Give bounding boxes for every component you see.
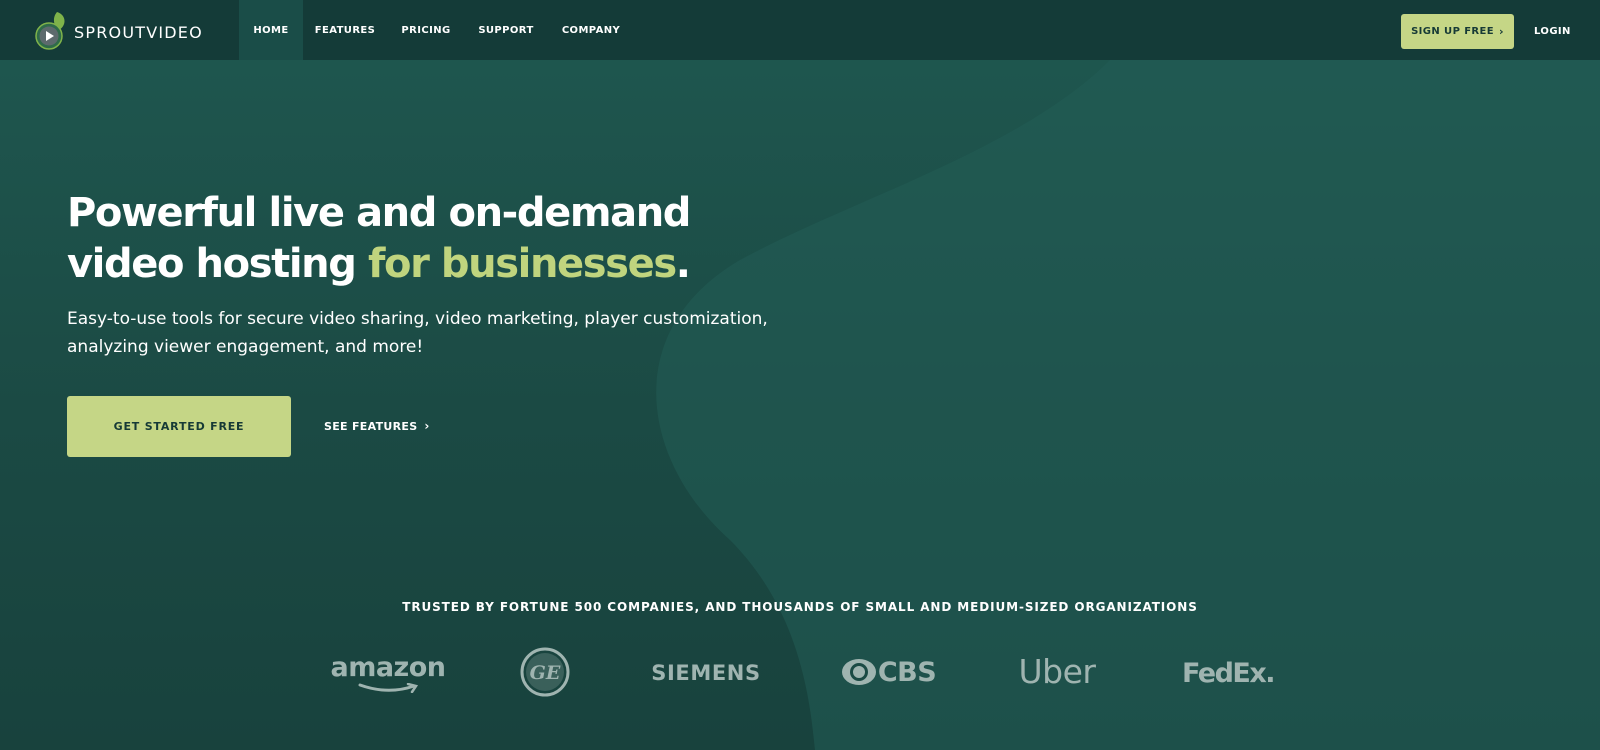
siemens-logo: SIEMENS: [651, 661, 761, 685]
see-features-link[interactable]: SEE FEATURES ›: [324, 414, 430, 438]
trusted-heading: TRUSTED BY FORTUNE 500 COMPANIES, AND TH…: [402, 600, 1198, 614]
amazon-wordmark: amazon: [330, 651, 446, 683]
see-features-label: SEE FEATURES: [324, 419, 418, 433]
amazon-smile-icon: [358, 682, 419, 693]
sprout-play-icon: [35, 12, 65, 50]
background-wave: [656, 60, 1600, 750]
ge-logo: GE: [520, 647, 570, 697]
cbs-wordmark: CBS: [877, 656, 937, 688]
fedex-logo: FedEx.: [1181, 657, 1276, 689]
hero-headline: Powerful live and on-demand video hostin…: [67, 188, 767, 290]
cbs-logo: CBS: [838, 652, 938, 692]
amazon-logo: amazon: [328, 650, 448, 694]
nav-features[interactable]: FEATURES: [313, 0, 377, 60]
ge-monogram-text: GE: [530, 662, 561, 684]
headline-line-1: Powerful live and on-demand: [67, 190, 691, 236]
brand-name: SPROUTVIDEO: [74, 22, 203, 42]
hero-subtitle: Easy-to-use tools for secure video shari…: [67, 309, 768, 357]
ge-monogram-icon: GE: [520, 647, 570, 697]
sign-up-label: SIGN UP FREE: [1411, 26, 1494, 37]
login-link[interactable]: LOGIN: [1534, 14, 1571, 49]
cbs-eye-icon: [841, 659, 876, 685]
uber-logo: Uber: [1018, 651, 1096, 691]
headline-line-2-prefix: video hosting: [67, 241, 368, 287]
chevron-right-icon: ›: [1498, 25, 1504, 38]
chevron-right-icon: ›: [424, 419, 430, 433]
headline-period: .: [675, 241, 691, 287]
get-started-free-button[interactable]: GET STARTED FREE: [67, 396, 291, 457]
headline-accent: for businesses: [368, 241, 677, 287]
sign-up-free-button[interactable]: SIGN UP FREE ›: [1401, 14, 1514, 49]
nav-pricing[interactable]: PRICING: [398, 0, 454, 60]
nav-company[interactable]: COMPANY: [558, 0, 624, 60]
nav-home[interactable]: HOME: [239, 0, 303, 60]
top-navigation: SPROUTVIDEO HOME FEATURES PRICING SUPPOR…: [0, 0, 1600, 60]
page-frame: SPROUTVIDEO HOME FEATURES PRICING SUPPOR…: [0, 0, 1600, 750]
nav-support[interactable]: SUPPORT: [476, 0, 536, 60]
brand-logo[interactable]: SPROUTVIDEO: [33, 9, 203, 51]
